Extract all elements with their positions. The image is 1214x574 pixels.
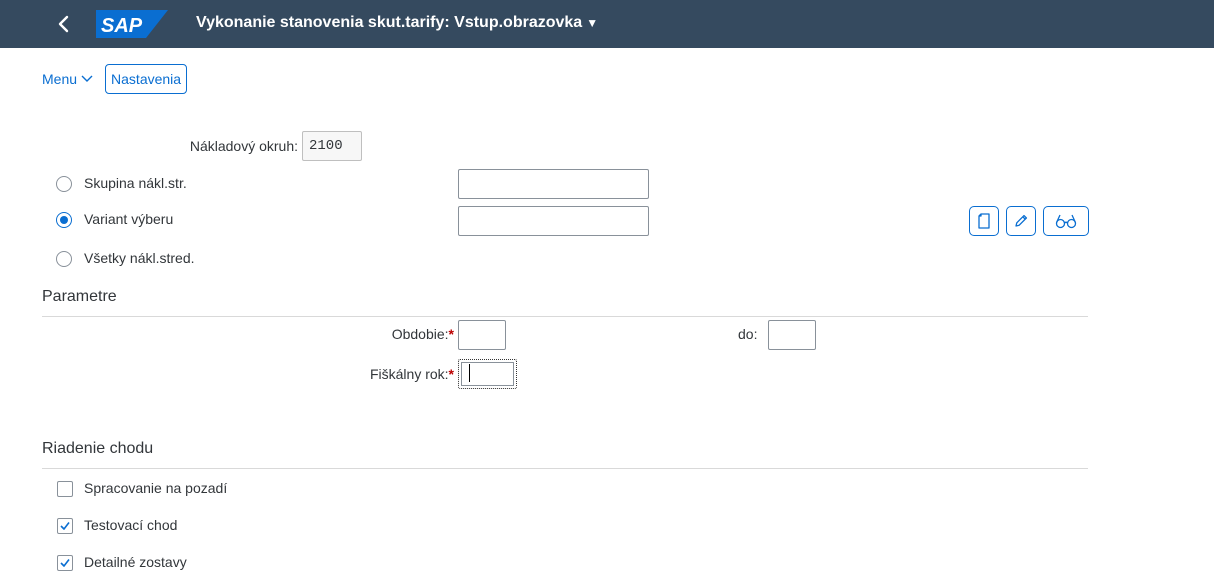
app-title-text: Vykonanie stanovenia skut.tarify: Vstup.… [196, 14, 583, 31]
checkbox-background-processing-label: Spracovanie na pozadí [84, 480, 228, 496]
change-variant-button[interactable] [1006, 206, 1036, 236]
period-to-input[interactable] [768, 320, 816, 350]
radio-cost-center-group[interactable] [56, 176, 72, 192]
chevron-down-icon [81, 75, 93, 82]
section-parameters-title: Parametre [42, 288, 117, 305]
display-variant-button[interactable] [1043, 206, 1089, 236]
back-button[interactable] [50, 10, 78, 38]
cost-center-group-input[interactable] [458, 169, 649, 199]
menu-label: Menu [42, 71, 78, 87]
fiscal-year-label: Fiškálny rok:* [300, 366, 454, 382]
checkmark-icon [60, 559, 70, 567]
display-glasses-icon [1055, 214, 1077, 229]
toolbar: Menu Nastavenia [42, 64, 188, 94]
radio-selection-variant-label: Variant výberu [84, 211, 174, 227]
checkmark-icon [60, 522, 70, 530]
fiscal-year-label-text: Fiškálny rok: [369, 366, 449, 382]
app-title[interactable]: Vykonanie stanovenia skut.tarify: Vstup.… [196, 14, 598, 32]
radio-cost-center-group-label: Skupina nákl.str. [84, 175, 187, 191]
section-run-control-title: Riadenie chodu [42, 440, 154, 457]
required-mark: * [448, 326, 454, 342]
checkbox-background-processing[interactable] [57, 481, 73, 497]
radio-all-cost-centers-label: Všetky nákl.stred. [84, 250, 195, 266]
period-from-input[interactable] [458, 320, 506, 350]
cost-area-field[interactable]: 2100 [302, 131, 362, 161]
settings-button[interactable]: Nastavenia [105, 64, 188, 94]
create-variant-button[interactable] [969, 206, 999, 236]
period-label-text: Obdobie: [391, 326, 449, 342]
required-mark: * [448, 366, 454, 382]
checkbox-test-run[interactable] [57, 518, 73, 534]
radio-selection-variant[interactable] [56, 212, 72, 228]
section-divider [42, 316, 1088, 317]
new-document-icon [978, 213, 990, 229]
period-to-label: do: [738, 326, 758, 342]
period-label: Obdobie:* [300, 326, 454, 342]
shell-bar: SAP Vykonanie stanovenia skut.tarify: Vs… [0, 0, 1214, 48]
selection-variant-input[interactable] [458, 206, 649, 236]
edit-pencil-icon [1015, 214, 1028, 227]
sap-logo: SAP [96, 10, 168, 38]
fiscal-year-input[interactable] [458, 359, 517, 389]
checkbox-detail-lists-label: Detailné zostavy [84, 554, 187, 570]
chevron-left-icon [58, 15, 69, 33]
checkbox-test-run-label: Testovací chod [84, 517, 178, 533]
cost-area-label: Nákladový okruh: [189, 138, 298, 154]
radio-all-cost-centers[interactable] [56, 251, 72, 267]
menu-button[interactable]: Menu [42, 71, 93, 87]
svg-text:SAP: SAP [101, 15, 143, 37]
section-divider [42, 468, 1088, 469]
caret-down-icon: ▼ [586, 16, 599, 30]
text-cursor [469, 364, 470, 383]
checkbox-detail-lists[interactable] [57, 555, 73, 571]
